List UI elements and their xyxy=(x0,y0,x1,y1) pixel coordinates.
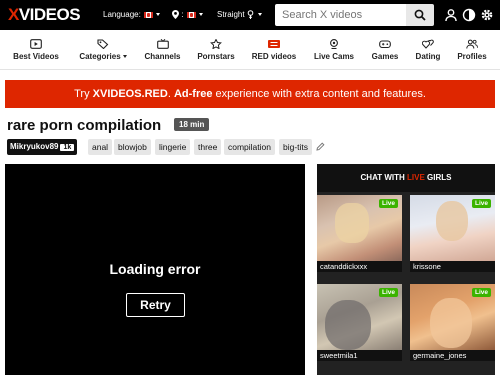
video-title: rare porn compilation xyxy=(7,117,162,134)
tag-item[interactable]: blowjob xyxy=(114,139,151,155)
loading-error-text: Loading error xyxy=(109,261,201,277)
edit-tags-icon[interactable] xyxy=(316,142,325,151)
dark-mode-icon[interactable] xyxy=(462,8,476,22)
cam-username[interactable]: catanddickxxx xyxy=(317,261,402,272)
user-icon[interactable] xyxy=(444,8,458,22)
video-icon xyxy=(30,39,42,49)
duration-badge: 18 min xyxy=(174,118,210,131)
live-badge: Live xyxy=(378,288,398,297)
female-symbol-icon xyxy=(247,10,254,20)
cam-thumbnail[interactable]: Live xyxy=(317,284,402,350)
tag-item[interactable]: anal xyxy=(88,139,113,155)
gear-icon[interactable] xyxy=(480,8,494,22)
nav-label: Best Videos xyxy=(13,52,59,61)
top-bar: XVIDEOS Language: : Straight xyxy=(0,0,500,30)
tag-item[interactable]: compilation xyxy=(224,139,275,155)
logo[interactable]: XVIDEOS xyxy=(8,5,81,25)
canada-flag-icon xyxy=(186,11,196,18)
nav-label: Profiles xyxy=(457,52,487,61)
canada-flag-icon xyxy=(144,11,154,18)
nav-label: Games xyxy=(371,52,399,61)
chevron-down-icon xyxy=(198,13,203,17)
hearts-icon xyxy=(422,39,434,49)
performer-figure xyxy=(325,300,371,350)
cam-thumbnail[interactable]: Live xyxy=(410,195,495,261)
chevron-down-icon xyxy=(258,13,263,17)
orientation-selector[interactable]: Straight xyxy=(217,10,263,20)
search-input[interactable] xyxy=(275,4,406,26)
tag-item[interactable]: lingerie xyxy=(155,139,191,155)
nav-label: Categories xyxy=(79,52,121,61)
language-label: Language: xyxy=(103,10,141,19)
users-icon xyxy=(466,39,478,49)
chat-header-live: LIVE xyxy=(407,173,425,182)
video-player[interactable]: Loading error Retry xyxy=(5,164,305,375)
red-icon xyxy=(268,40,280,48)
nav-label: RED videos xyxy=(251,52,297,61)
nav-red-videos[interactable]: RED videos xyxy=(248,30,300,70)
cam-thumbnail[interactable]: Live xyxy=(317,195,402,261)
nav-categories[interactable]: Categories xyxy=(72,30,134,70)
performer-figure xyxy=(430,298,472,348)
orientation-label: Straight xyxy=(217,10,245,19)
nav-best-videos[interactable]: Best Videos xyxy=(8,30,64,70)
cam-thumbnail[interactable]: Live xyxy=(410,284,495,350)
cam-username[interactable]: germaine_jones xyxy=(410,350,495,361)
location-pin-icon xyxy=(172,10,179,20)
live-badge: Live xyxy=(378,199,398,208)
nav-label: Pornstars xyxy=(197,52,235,61)
search-button[interactable] xyxy=(406,4,434,26)
chevron-down-icon xyxy=(122,55,127,59)
red-promo-banner[interactable]: Try XVIDEOS.RED. Ad-free experience with… xyxy=(5,80,495,108)
retry-button[interactable]: Retry xyxy=(126,293,185,317)
banner-prefix: Try xyxy=(74,88,93,100)
chat-header-suffix: GIRLS xyxy=(424,173,452,182)
live-chat-header: CHAT WITH LIVE GIRLS xyxy=(317,164,495,192)
banner-adfree: Ad-free xyxy=(173,88,213,100)
performer-figure xyxy=(335,203,369,243)
search-icon xyxy=(414,9,426,21)
nav-label: Dating xyxy=(415,52,441,61)
nav-label: Channels xyxy=(144,52,181,61)
banner-suffix: experience with extra content and featur… xyxy=(212,88,426,100)
star-icon xyxy=(210,39,222,49)
cam-username[interactable]: krissone xyxy=(410,261,495,272)
language-selector[interactable]: Language: xyxy=(103,10,161,19)
nav-pornstars[interactable]: Pornstars xyxy=(193,30,239,70)
tv-icon xyxy=(156,39,169,49)
live-badge: Live xyxy=(471,199,491,208)
banner-brand: XVIDEOS.RED xyxy=(92,88,168,100)
tag-item[interactable]: big-tits xyxy=(279,139,313,155)
tag-item[interactable]: three xyxy=(194,139,222,155)
channel-badge[interactable]: Mikryukov89 1k xyxy=(7,139,78,155)
gamepad-icon xyxy=(379,40,391,49)
country-selector[interactable]: : xyxy=(172,10,203,20)
webcam-icon xyxy=(330,39,338,49)
chevron-down-icon xyxy=(156,13,161,17)
cam-username[interactable]: sweetmila1 xyxy=(317,350,402,361)
chat-header-prefix: CHAT WITH xyxy=(360,173,408,182)
nav-live-cams[interactable]: Live Cams xyxy=(310,30,358,70)
live-chat-panel: CHAT WITH LIVE GIRLS Live catanddickxxx … xyxy=(317,164,495,375)
nav-channels[interactable]: Channels xyxy=(140,30,185,70)
performer-figure xyxy=(436,201,468,241)
tags-icon xyxy=(97,39,109,49)
nav-label: Live Cams xyxy=(313,52,355,61)
live-badge: Live xyxy=(471,288,491,297)
subscriber-count: 1k xyxy=(60,144,75,151)
main-nav: Best Videos Categories Channels Pornstar… xyxy=(0,30,500,70)
channel-name: Mikryukov89 xyxy=(10,142,59,151)
nav-dating[interactable]: Dating xyxy=(410,30,446,70)
nav-profiles[interactable]: Profiles xyxy=(453,30,491,70)
nav-games[interactable]: Games xyxy=(368,30,402,70)
